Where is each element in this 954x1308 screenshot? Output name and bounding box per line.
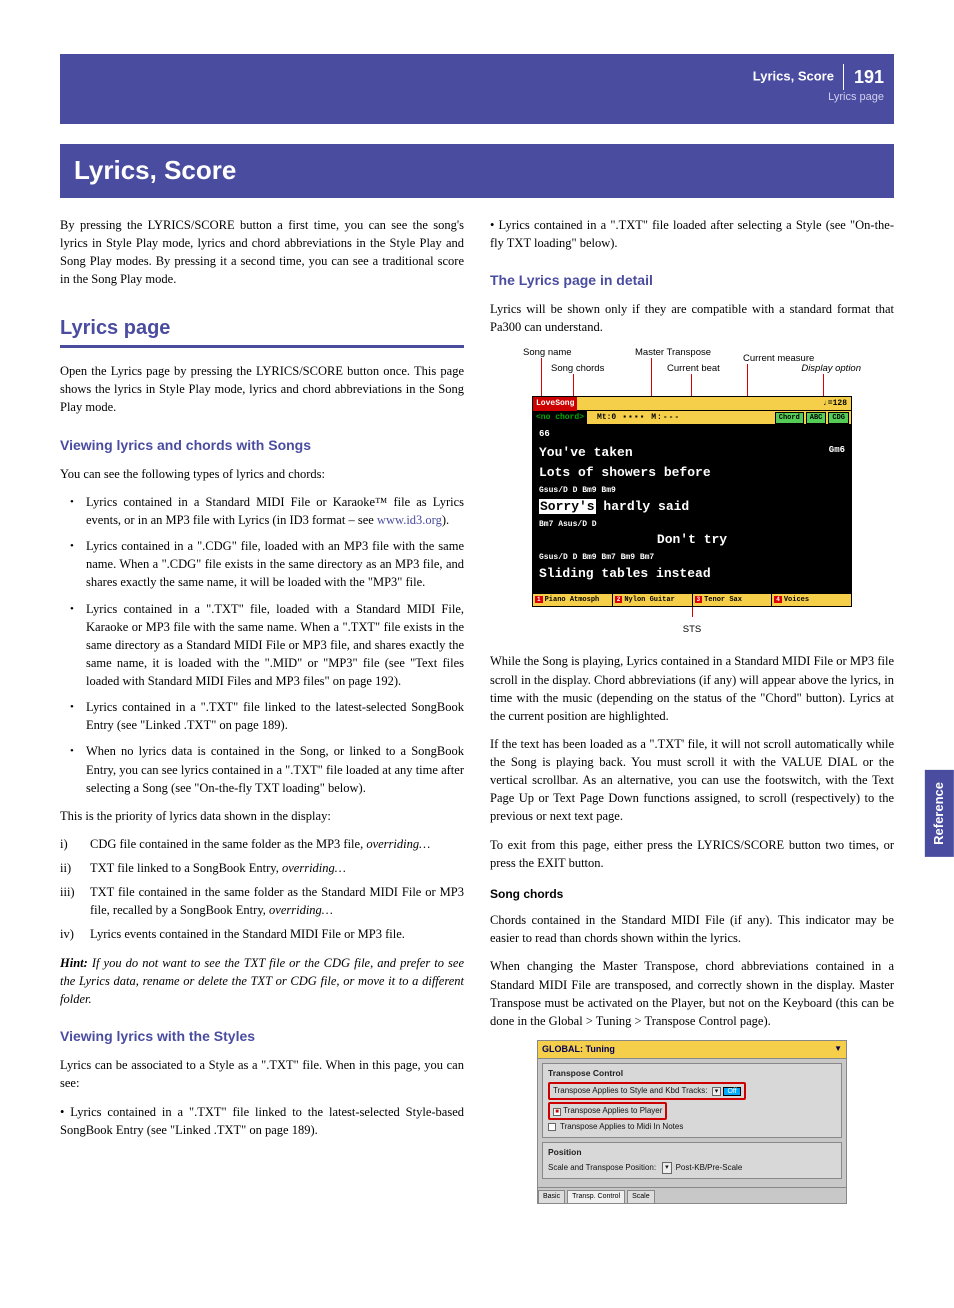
screen-tempo: ♩=128	[823, 398, 851, 410]
p-styles-b1: • Lyrics contained in a ".TXT" file link…	[60, 1103, 464, 1139]
lyric-line: You've takenGm6	[539, 444, 845, 463]
chord-line: Bm7 Asus/D D	[539, 519, 845, 531]
callout-sts: STS	[527, 623, 857, 637]
p-songchords-2: When changing the Master Transpose, chor…	[490, 957, 894, 1030]
p-styles-b2: • Lyrics contained in a ".TXT" file load…	[490, 216, 894, 252]
h4-song-chords: Song chords	[490, 886, 894, 903]
right-column: • Lyrics contained in a ".TXT" file load…	[490, 216, 894, 1205]
callout-current-beat: Current beat	[667, 362, 720, 376]
sts-cell[interactable]: 3Tenor Sax	[693, 594, 773, 606]
gf-row-style-kbd: Transpose Applies to Style and Kbd Track…	[548, 1082, 746, 1100]
h3-detail: The Lyrics page in detail	[490, 270, 894, 290]
p-detail-3: To exit from this page, either press the…	[490, 836, 894, 872]
gf-row-midi: Transpose Applies to Midi In Notes	[548, 1120, 836, 1134]
p-styles-intro: Lyrics can be associated to a Style as a…	[60, 1056, 464, 1092]
hint-paragraph: Hint: If you do not want to see the TXT …	[60, 954, 464, 1008]
callout-display-option: Display option	[801, 362, 861, 376]
gf-title-bar: GLOBAL: Tuning ▼	[538, 1041, 846, 1059]
chord-line: Gsus/D D Bm9 Bm9	[539, 485, 845, 497]
p-detail-intro: Lyrics will be shown only if they are co…	[490, 300, 894, 336]
lyrics-figure: Song name Song chords Master Transpose C…	[527, 346, 857, 636]
h2-lyrics-page: Lyrics page	[60, 314, 464, 348]
tab-scale[interactable]: Scale	[627, 1190, 655, 1203]
side-tab-reference: Reference	[925, 770, 954, 857]
checkbox-icon[interactable]	[553, 1108, 561, 1116]
callout-master-transpose: Master Transpose	[635, 346, 711, 360]
p-priority: This is the priority of lyrics data show…	[60, 807, 464, 825]
list-item: When no lyrics data is contained in the …	[60, 742, 464, 796]
callout-song-name: Song name	[523, 346, 572, 360]
gf-off-value[interactable]: Off	[723, 1087, 740, 1096]
screen-sts-row: 1Piano Atmosph 2Nylon Guitar 3Tenor Sax …	[533, 593, 851, 606]
intro-paragraph: By pressing the LYRICS/SCORE button a fi…	[60, 216, 464, 289]
abc-button[interactable]: ABC	[806, 412, 827, 424]
gf-panel-title: Transpose Control	[548, 1067, 836, 1079]
gf-row-scale-pos: Scale and Transpose Position: ▾ Post-KB/…	[548, 1161, 836, 1175]
h3-viewing-songs: Viewing lyrics and chords with Songs	[60, 435, 464, 455]
chord-line: Gsus/D D Bm9 Bm7 Bm9 Bm7	[539, 552, 845, 564]
list-item: iv)Lyrics events contained in the Standa…	[60, 925, 464, 943]
p-detail-1: While the Song is playing, Lyrics contai…	[490, 652, 894, 725]
screen-nochord: <no chord>	[533, 411, 587, 425]
tab-basic[interactable]: Basic	[538, 1190, 565, 1203]
checkbox-icon[interactable]	[548, 1123, 556, 1131]
gf-tabs: Basic Transp. Control Scale	[538, 1187, 846, 1203]
dropdown-icon[interactable]: ▾	[712, 1087, 722, 1096]
lyrics-screen: LoveSong ♩=128 <no chord> Mt:0 ▪▪▪▪ M:--…	[532, 396, 852, 606]
screen-mt: Mt:0	[597, 412, 616, 424]
title-bar: Lyrics, Score	[60, 144, 894, 198]
gf-panel-position: Position Scale and Transpose Position: ▾…	[542, 1142, 842, 1179]
dropdown-icon[interactable]: ▾	[662, 1162, 672, 1174]
screen-beats: ▪▪▪▪ M:---	[622, 412, 680, 424]
p-detail-2: If the text has been loaded as a ".TXT' …	[490, 735, 894, 826]
lyric-line: Sliding tables instead	[539, 565, 845, 584]
h3-viewing-styles: Viewing lyrics with the Styles	[60, 1026, 464, 1046]
list-item: iii)TXT file contained in the same folde…	[60, 883, 464, 919]
gf-panel-title: Position	[548, 1146, 836, 1158]
list-item: Lyrics contained in a ".CDG" file, loade…	[60, 537, 464, 591]
list-item: Lyrics contained in a Standard MIDI File…	[60, 493, 464, 529]
screen-top-bar: LoveSong ♩=128	[533, 397, 851, 411]
list-item: Lyrics contained in a ".TXT" file linked…	[60, 698, 464, 734]
page-header: Lyrics, Score 191 Lyrics page	[753, 64, 884, 106]
screen-songname: LoveSong	[533, 397, 577, 411]
link-id3[interactable]: www.id3.org	[377, 513, 442, 527]
sts-cell[interactable]: 4Voices	[772, 594, 851, 606]
screen-body: 66 You've takenGm6 Lots of showers befor…	[533, 425, 851, 592]
list-item: Lyrics contained in a ".TXT" file, loade…	[60, 600, 464, 691]
list-item: i)CDG file contained in the same folder …	[60, 835, 464, 853]
list-item: ii)TXT file linked to a SongBook Entry, …	[60, 859, 464, 877]
sts-cell[interactable]: 2Nylon Guitar	[613, 594, 693, 606]
screen-row2: <no chord> Mt:0 ▪▪▪▪ M:--- Chord ABC CDG	[533, 411, 851, 425]
gf-row-player: Transpose Applies to Player	[548, 1102, 667, 1120]
bullet-list-songs: Lyrics contained in a Standard MIDI File…	[60, 493, 464, 797]
dropdown-icon[interactable]: ▼	[834, 1043, 842, 1056]
header-section: Lyrics, Score	[753, 68, 834, 83]
lyric-line: Lots of showers before	[539, 464, 845, 483]
header-subsection: Lyrics page	[753, 90, 884, 106]
callout-song-chords: Song chords	[551, 362, 604, 376]
cdg-button[interactable]: CDG	[828, 412, 849, 424]
p-songchords-1: Chords contained in the Standard MIDI Fi…	[490, 911, 894, 947]
page-number: 191	[854, 67, 884, 87]
header-divider	[843, 64, 844, 90]
gf-panel-transpose: Transpose Control Transpose Applies to S…	[542, 1063, 842, 1138]
tab-transp-control[interactable]: Transp. Control	[567, 1190, 625, 1203]
sts-cell[interactable]: 1Piano Atmosph	[533, 594, 613, 606]
p-types-intro: You can see the following types of lyric…	[60, 465, 464, 483]
left-column: By pressing the LYRICS/SCORE button a fi…	[60, 216, 464, 1205]
lyric-line: Sorry's hardly said	[539, 498, 845, 517]
global-tuning-figure: GLOBAL: Tuning ▼ Transpose Control Trans…	[537, 1040, 847, 1204]
p-lyrics-open: Open the Lyrics page by pressing the LYR…	[60, 362, 464, 416]
priority-list: i)CDG file contained in the same folder …	[60, 835, 464, 944]
lyric-line: Don't try	[539, 531, 845, 550]
screen-measure: 66	[539, 428, 845, 441]
chord-button[interactable]: Chord	[775, 412, 804, 424]
